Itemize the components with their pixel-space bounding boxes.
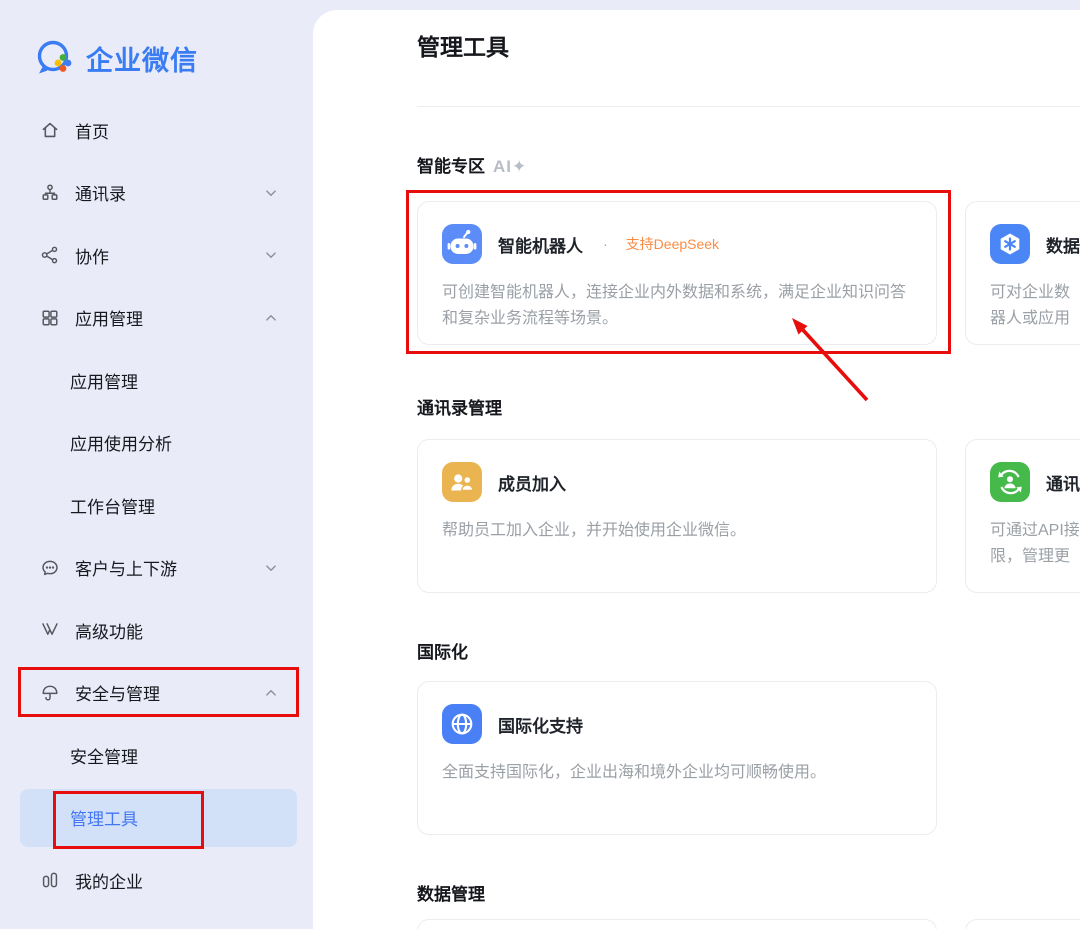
robot-icon — [442, 224, 482, 264]
card-member-join[interactable]: 成员加入 帮助员工加入企业，并开始使用企业微信。 — [417, 439, 937, 593]
contact-sync-icon — [990, 462, 1030, 502]
chat-bubble-icon — [38, 556, 62, 580]
sidebar-item-label: 管理工具 — [70, 805, 138, 830]
card-title: 通讯 — [1046, 470, 1080, 495]
globe-icon — [442, 704, 482, 744]
sidebar-nav: 首页 通讯录 协作 应用管理 应用管理 应用使用分析 — [0, 99, 313, 912]
sidebar-item-label: 首页 — [75, 118, 109, 143]
ai-sparkle-badge: AI✦ — [493, 155, 527, 179]
chevron-up-icon — [262, 309, 280, 327]
sidebar-item-label: 通讯录 — [75, 180, 126, 205]
chevron-up-icon — [262, 684, 280, 702]
apps-grid-icon — [38, 306, 62, 330]
card-description: 全面支持国际化，企业出海和境外企业均可顺畅使用。 — [442, 760, 912, 786]
sidebar-item-app-usage-analysis[interactable]: 应用使用分析 — [0, 412, 313, 475]
members-icon — [442, 462, 482, 502]
data-cube-icon — [990, 224, 1030, 264]
sidebar-item-label: 高级功能 — [75, 618, 143, 643]
section-heading-i18n: 国际化 — [417, 641, 1080, 665]
sidebar-item-app-management-sub[interactable]: 应用管理 — [0, 349, 313, 412]
header-divider — [417, 106, 1080, 107]
main-panel: 管理工具 智能专区 AI✦ 智能机器人 · 支持DeepSeek 可创建智能机器… — [313, 10, 1080, 929]
sidebar-item-security-admin[interactable]: 安全管理 — [0, 724, 313, 787]
company-icon — [38, 868, 62, 892]
advanced-features-icon — [38, 618, 62, 642]
sidebar-item-label: 应用管理 — [75, 305, 143, 330]
card-partial-bottom-right[interactable] — [965, 919, 1080, 929]
card-title: 成员加入 — [498, 470, 566, 495]
sidebar-item-label: 协作 — [75, 243, 109, 268]
section-title: 智能专区 — [417, 155, 485, 179]
card-partial-bottom-left[interactable] — [417, 919, 937, 929]
sidebar-item-label: 工作台管理 — [70, 493, 155, 518]
card-title: 国际化支持 — [498, 712, 583, 737]
sidebar-item-security-management[interactable]: 安全与管理 — [0, 662, 313, 725]
card-description: 帮助员工加入企业，并开始使用企业微信。 — [442, 518, 912, 544]
sidebar-item-label: 应用使用分析 — [70, 430, 172, 455]
sidebar-item-contacts[interactable]: 通讯录 — [0, 162, 313, 225]
sidebar-item-label: 安全管理 — [70, 743, 138, 768]
section-title: 通讯录管理 — [417, 397, 502, 421]
sidebar-item-label: 我的企业 — [75, 868, 143, 893]
contacts-icon — [38, 181, 62, 205]
section-heading-ai: 智能专区 AI✦ — [417, 155, 1080, 179]
sidebar-item-app-management[interactable]: 应用管理 — [0, 287, 313, 350]
umbrella-icon — [38, 681, 62, 705]
app-logo[interactable]: 企业微信 — [33, 36, 198, 80]
card-description: 可对企业数 器人或应用 — [990, 280, 1080, 332]
chevron-down-icon — [262, 184, 280, 202]
tag-separator: · — [603, 236, 608, 252]
section-title: 国际化 — [417, 641, 468, 665]
sidebar-item-label: 客户与上下游 — [75, 555, 177, 580]
section-title: 数据管理 — [417, 883, 485, 907]
selected-item-highlight — [20, 789, 297, 847]
card-description: 可创建智能机器人，连接企业内外数据和系统，满足企业知识问答和复杂业务流程等场景。 — [442, 280, 912, 332]
card-data-zone[interactable]: 数据 可对企业数 器人或应用 — [965, 201, 1080, 345]
card-description: 可通过API接 限，管理更 — [990, 518, 1080, 570]
chevron-down-icon — [262, 559, 280, 577]
sidebar: 企业微信 首页 通讯录 协作 应用管理 — [0, 0, 313, 929]
sidebar-item-label: 应用管理 — [70, 368, 138, 393]
card-title: 智能机器人 — [498, 232, 583, 257]
deepseek-tag: 支持DeepSeek — [626, 234, 719, 254]
sidebar-item-collaboration[interactable]: 协作 — [0, 224, 313, 287]
sidebar-item-workbench-management[interactable]: 工作台管理 — [0, 474, 313, 537]
sidebar-item-management-tools[interactable]: 管理工具 — [0, 787, 313, 850]
home-icon — [38, 118, 62, 142]
sidebar-item-label: 安全与管理 — [75, 680, 160, 705]
sidebar-item-customers[interactable]: 客户与上下游 — [0, 537, 313, 600]
collaboration-icon — [38, 243, 62, 267]
card-contacts-sync[interactable]: 通讯 可通过API接 限，管理更 — [965, 439, 1080, 593]
chevron-down-icon — [262, 246, 280, 264]
wecom-logo-icon — [33, 36, 77, 80]
page-title: 管理工具 — [417, 30, 1080, 64]
sidebar-item-home[interactable]: 首页 — [0, 99, 313, 162]
card-title: 数据 — [1046, 232, 1080, 257]
section-heading-contacts-mgmt: 通讯录管理 — [417, 397, 1080, 421]
sidebar-item-advanced-features[interactable]: 高级功能 — [0, 599, 313, 662]
card-i18n-support[interactable]: 国际化支持 全面支持国际化，企业出海和境外企业均可顺畅使用。 — [417, 681, 937, 835]
card-description-line: 可对企业数 — [990, 280, 1080, 306]
card-smart-robot[interactable]: 智能机器人 · 支持DeepSeek 可创建智能机器人，连接企业内外数据和系统，… — [417, 201, 937, 345]
section-heading-data-mgmt: 数据管理 — [417, 883, 1080, 907]
card-description-line: 限，管理更 — [990, 544, 1080, 570]
card-description-line: 可通过API接 — [990, 518, 1080, 544]
sidebar-item-my-company[interactable]: 我的企业 — [0, 849, 313, 912]
app-name: 企业微信 — [86, 39, 198, 78]
card-description-line: 器人或应用 — [990, 306, 1080, 332]
